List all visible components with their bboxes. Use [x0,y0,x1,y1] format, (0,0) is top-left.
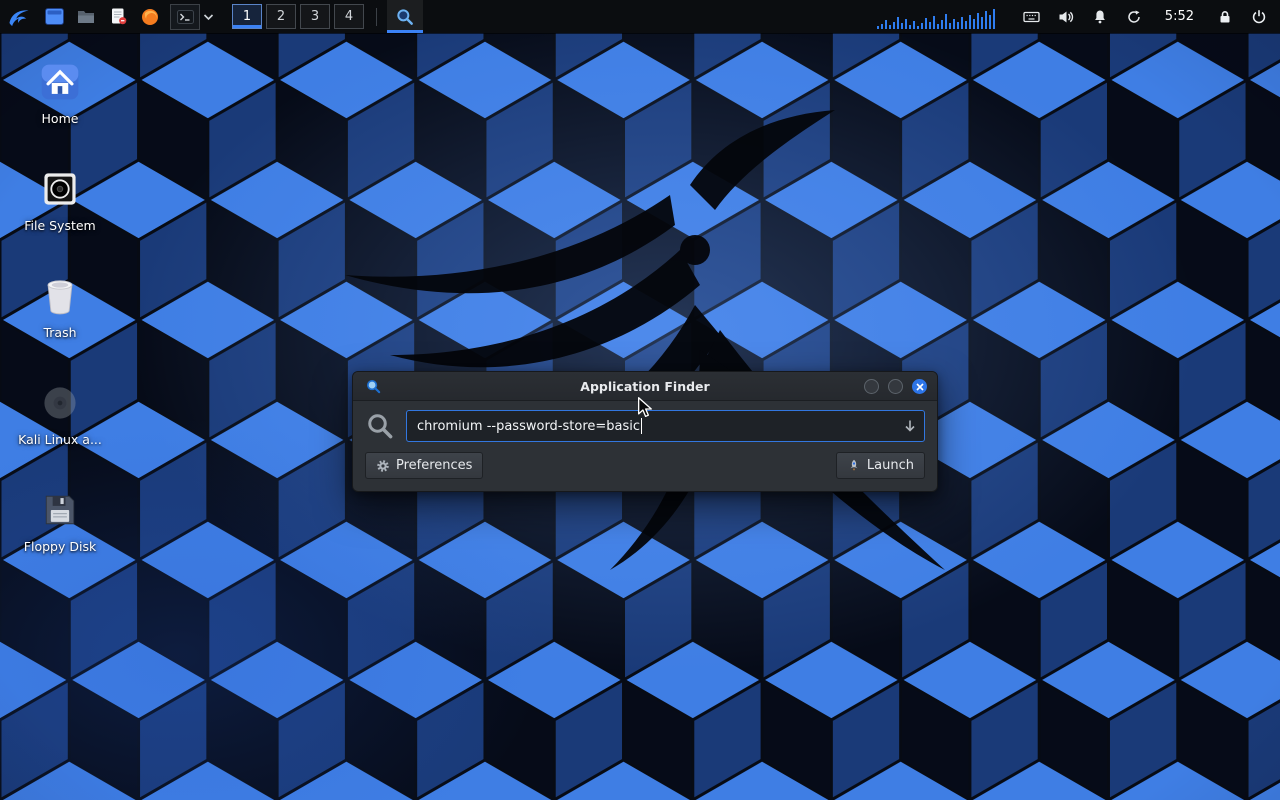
desktop-icon-label: Home [42,111,79,126]
desktop-icon-file-system[interactable]: File System [12,167,108,233]
desktop-icon-label: Floppy Disk [24,539,96,554]
search-icon [365,411,395,441]
home-icon [38,60,82,104]
applications-menu-button[interactable] [0,0,38,33]
close-button[interactable] [912,379,927,394]
titlebar[interactable]: Application Finder [353,372,937,401]
launcher-terminal[interactable] [170,4,200,30]
launch-label: Launch [867,458,914,473]
preferences-button[interactable]: Preferences [365,452,483,479]
trash-icon [38,274,82,318]
bell-icon [1092,9,1108,25]
desktop-icon-floppy-disk[interactable]: Floppy Disk [12,488,108,554]
workspace-label: 4 [345,9,353,24]
gear-icon [376,459,390,473]
workspace-button-3[interactable]: 3 [300,4,330,29]
tray-keyboard[interactable] [1023,8,1041,26]
search-row: chromium --password-store=basic [365,410,925,442]
taskbar-application-finder[interactable] [387,0,423,33]
launch-icon [847,459,861,473]
firefox-icon [141,8,159,26]
update-circle-icon [1126,9,1142,25]
maximize-button[interactable] [888,379,903,394]
application-finder-icon [395,7,415,27]
window-title: Application Finder [580,379,709,394]
close-icon [916,383,924,391]
preferences-label: Preferences [396,458,472,473]
finder-body: chromium --password-store=basic Preferen… [353,401,937,491]
launcher-file-manager[interactable] [38,0,70,33]
drive-icon [38,167,82,211]
text-caret [641,418,642,434]
chevron-down-icon [203,13,214,21]
logout-icon [1251,9,1267,25]
document-icon [110,8,127,25]
folder-icon [77,9,95,24]
desktop-icon-kali-disc[interactable]: Kali Linux a... [12,381,108,447]
buttons-row: Preferences Launch [365,452,925,479]
desktop-icon-label: File System [24,218,96,233]
workspace-label: 1 [243,9,251,24]
minimize-button[interactable] [864,379,879,394]
workspace-button-2[interactable]: 2 [266,4,296,29]
audio-visualizer [877,5,1007,29]
window-app-icon [365,378,382,395]
tray-volume[interactable] [1057,8,1075,26]
floppy-icon [38,488,82,532]
terminal-menu-button[interactable] [200,0,216,33]
dropdown-arrow-icon[interactable] [903,419,917,433]
launch-button[interactable]: Launch [836,452,925,479]
kali-disc-icon [38,381,82,425]
panel-left: 1 2 3 4 [0,0,423,33]
tray-status[interactable] [1125,8,1143,26]
workspace-button-4[interactable]: 4 [334,4,364,29]
desktop-icon-label: Trash [43,325,76,340]
speaker-icon [1058,9,1074,25]
workspace-switcher: 1 2 3 4 [232,4,364,29]
workspace-label: 2 [277,9,285,24]
launcher-text-editor[interactable] [102,0,134,33]
clock[interactable]: 5:52 [1165,9,1194,24]
workspace-label: 3 [311,9,319,24]
panel-right: 5:52 [877,5,1280,29]
workspace-button-1[interactable]: 1 [232,4,262,29]
launcher-firefox[interactable] [134,0,166,33]
desktop-icon-label: Kali Linux a... [18,432,102,447]
blue-window-icon [45,8,64,25]
keyboard-icon [1023,9,1040,25]
command-input[interactable]: chromium --password-store=basic [406,410,925,442]
tray-notifications[interactable] [1091,8,1109,26]
kali-logo-icon [7,5,31,29]
terminal-icon [177,10,194,24]
panel-separator [376,8,377,26]
desktop-icon-trash[interactable]: Trash [12,274,108,340]
launcher-files[interactable] [70,0,102,33]
tray-logout[interactable] [1250,8,1268,26]
top-panel: 1 2 3 4 [0,0,1280,33]
desktop-icon-home[interactable]: Home [12,60,108,126]
application-finder-window: Application Finder chromium --password-s… [352,371,938,492]
command-text: chromium --password-store=basic [417,419,640,434]
window-controls [864,379,927,394]
tray-lock-screen[interactable] [1216,8,1234,26]
lock-icon [1217,9,1233,25]
